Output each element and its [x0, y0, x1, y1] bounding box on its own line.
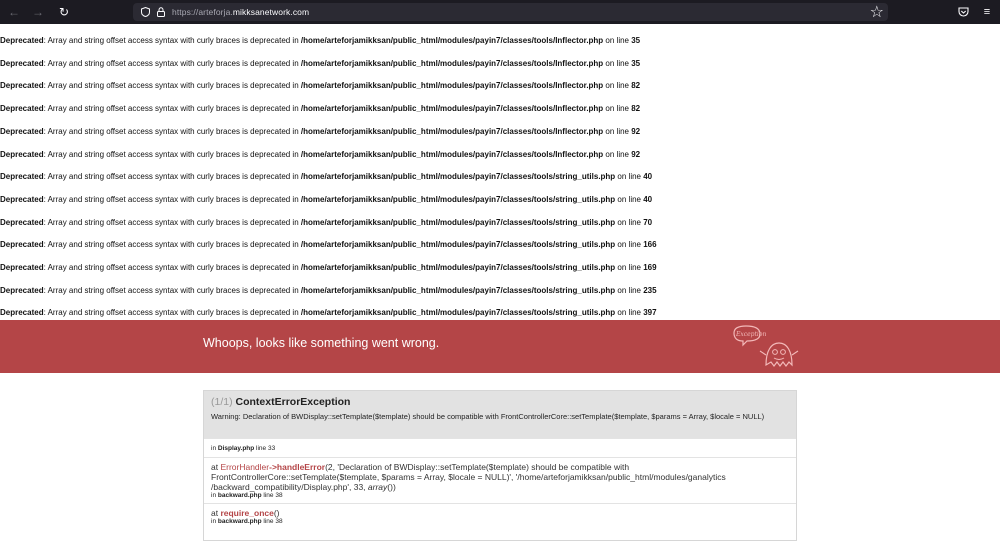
deprecation-line: Deprecated: Array and string offset acce…	[0, 58, 641, 68]
forward-arrow-icon[interactable]: →	[26, 0, 50, 24]
page-content: Deprecated: Array and string offset acce…	[0, 24, 1000, 541]
pocket-icon[interactable]	[956, 5, 970, 19]
address-bar[interactable]: https://arteforja.mikksanetwork.com ☆	[133, 3, 888, 21]
deprecation-line: Deprecated: Array and string offset acce…	[0, 308, 657, 318]
trace-frame: at ErrorHandler->handleError(2, 'Declara…	[204, 457, 796, 503]
trace-frame: at require_once() in backward.php line 3…	[204, 503, 796, 529]
error-banner: Whoops, looks like something went wrong.…	[0, 320, 1000, 373]
exception-badge-text: Exception	[735, 331, 766, 338]
deprecation-line: Deprecated: Array and string offset acce…	[0, 263, 657, 272]
reload-icon[interactable]: ↻	[52, 0, 76, 24]
trace-function[interactable]: require_once	[220, 508, 273, 518]
exception-count: (1/1)	[211, 396, 233, 408]
menu-icon[interactable]: ≡	[980, 5, 994, 19]
deprecation-line: Deprecated: Array and string offset acce…	[0, 126, 641, 136]
deprecation-line: Deprecated: Array and string offset acce…	[0, 172, 653, 182]
deprecation-line: Deprecated: Array and string offset acce…	[0, 194, 653, 204]
browser-toolbar: ← → ↻ https://arteforja.mikksanetwork.co…	[0, 0, 1000, 24]
trace-location: in backward.php line 38	[211, 492, 283, 499]
trace-class[interactable]: ErrorHandler	[220, 462, 269, 472]
deprecation-line: Deprecated: Array and string offset acce…	[0, 104, 641, 114]
exception-header: (1/1) ContextErrorException Warning: Dec…	[204, 391, 796, 438]
deprecation-line: Deprecated: Array and string offset acce…	[0, 217, 653, 227]
trace-call: at require_once()	[211, 508, 280, 518]
deprecation-line: Deprecated: Array and string offset acce…	[0, 36, 641, 45]
lock-icon[interactable]	[153, 3, 169, 21]
exception-message: Warning: Declaration of BWDisplay::setTe…	[211, 412, 765, 421]
url-text: https://arteforja.mikksanetwork.com	[172, 7, 310, 17]
exception-ghost-icon: Exception	[733, 325, 799, 367]
deprecation-line: Deprecated: Array and string offset acce…	[0, 149, 641, 159]
exception-title: (1/1) ContextErrorException	[211, 396, 789, 408]
deprecation-line: Deprecated: Array and string offset acce…	[0, 81, 641, 91]
trace-function[interactable]: handleError	[277, 462, 325, 472]
trace-location: in backward.php line 38	[211, 518, 283, 525]
trace-call-args: /backward_compatibility/Display.php', 33…	[211, 482, 396, 492]
shield-icon[interactable]	[137, 3, 153, 21]
deprecation-line: Deprecated: Array and string offset acce…	[0, 285, 657, 295]
trace-location: in Display.php line 33	[211, 445, 276, 452]
exception-class: ContextErrorException	[235, 396, 351, 408]
deprecation-line: Deprecated: Array and string offset acce…	[0, 240, 657, 250]
trace-location-row: in Display.php line 33	[204, 438, 796, 457]
trace-call: at ErrorHandler->handleError(2, 'Declara…	[211, 462, 630, 472]
error-headline: Whoops, looks like something went wrong.	[203, 336, 440, 350]
bookmark-star-icon[interactable]: ☆	[870, 3, 884, 21]
trace-call-args: FrontControllerCore::setTemplate($templa…	[211, 472, 726, 482]
exception-panel: (1/1) ContextErrorException Warning: Dec…	[203, 390, 797, 541]
back-arrow-icon[interactable]: ←	[2, 0, 26, 24]
